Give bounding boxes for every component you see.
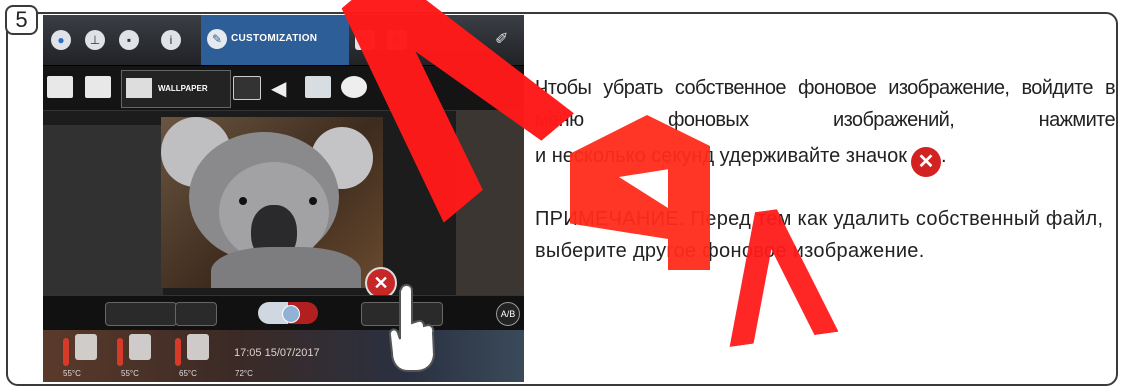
tray-slot-icon [187,334,209,360]
step-number: 5 [5,5,38,35]
thermometer-icon [117,338,123,366]
temperature-label: 55°C [121,369,139,378]
chef-icon[interactable]: ♙ [387,30,407,50]
temperature-label: 65°C [179,369,197,378]
temperature-label: 55°C [63,369,81,378]
toggle-knob [282,305,300,323]
weather-icon[interactable] [305,76,331,98]
tab-customization-label: CUSTOMIZATION [231,33,318,44]
wrench-icon[interactable]: ✐ [495,29,508,49]
wallpaper-icon [126,78,152,98]
drop-icon[interactable]: ● [51,30,71,50]
temperature-label: 72°C [235,369,253,378]
tray-slot-icon [129,334,151,360]
footer-datetime: 17:05 15/07/2017 [234,347,320,359]
instruction-text: Чтобы убрать собственное фоновое изображ… [535,77,1116,131]
speaker-icon[interactable]: ◀ [271,76,297,100]
clock-icon[interactable]: ⊥ [85,30,105,50]
control-button[interactable] [105,302,177,326]
info-icon[interactable]: i [161,30,181,50]
status-footer: 55°C 55°C 65°C 72°C 17:05 15/07/2017 ◂) [43,330,524,382]
koala-eye [239,197,247,205]
instruction-end: . [940,145,947,167]
tab-wallpaper[interactable]: WALLPAPER [121,70,231,108]
instruction-tail-text: и несколько секунд удерживайте значок [535,145,907,167]
recipe-book-icon[interactable] [85,76,111,98]
instruction-text-tail: и несколько секунд удерживайте значок ✕. [535,140,947,177]
screensaver-icon[interactable] [233,76,261,100]
control-bar: A/B [43,295,524,330]
wallpaper-photo-koala[interactable] [161,117,383,288]
toggle-switch[interactable] [258,302,318,324]
instructions: Чтобы убрать собственное фоновое изображ… [535,72,1116,267]
ab-button[interactable]: A/B [496,302,520,326]
hand-pointer-icon [388,283,436,372]
delete-icon: ✕ [910,147,941,177]
koala-eye [309,197,317,205]
top-bar: ● ⊥ ▪ i ✎ CUSTOMIZATION ▤ ♙ ✐ [43,15,524,66]
thermometer-icon [63,338,69,366]
note-paragraph: ПРИМЕЧАНИЕ. Перед тем как удалить собств… [535,208,1104,262]
instruction-paragraph: Чтобы убрать собственное фоновое изображ… [535,72,1116,177]
device-screen: ● ⊥ ▪ i ✎ CUSTOMIZATION ▤ ♙ ✐ WALLPAPER … [43,15,524,382]
pen-icon: ✎ [207,29,227,49]
flag-icon[interactable]: ▪ [119,30,139,50]
wallpaper-preview-right[interactable] [456,110,524,320]
wallpaper-preview-left[interactable] [43,125,163,300]
koala-body [211,247,361,288]
tab-customization[interactable]: ✎ CUSTOMIZATION [201,15,349,65]
tab-wallpaper-label: WALLPAPER [158,84,208,93]
sub-bar: WALLPAPER ◀ [43,66,524,111]
control-button[interactable] [175,302,217,326]
palette-icon[interactable] [341,76,367,98]
thermometer-icon [175,338,181,366]
tray-icon[interactable]: ▤ [355,30,375,50]
tray-slot-icon [75,334,97,360]
book-icon[interactable] [47,76,73,98]
